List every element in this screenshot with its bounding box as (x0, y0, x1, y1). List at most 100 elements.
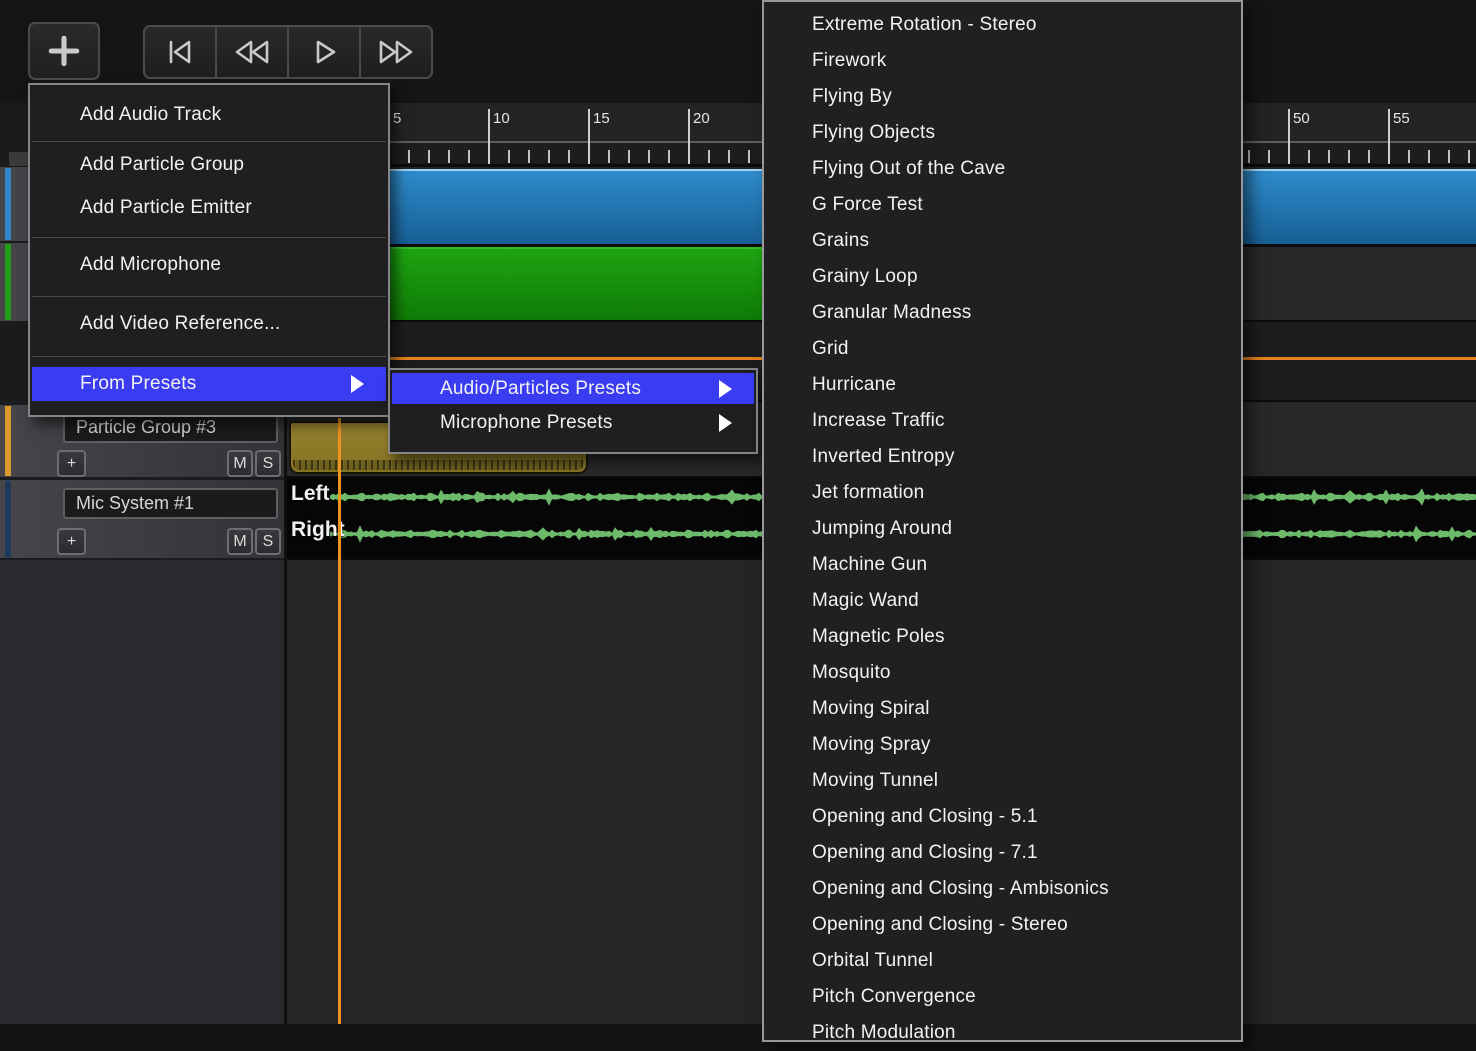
menu-item-from-presets[interactable]: From Presets (32, 367, 386, 401)
preset-item[interactable]: Firework (764, 43, 1241, 79)
preset-item[interactable]: Opening and Closing - Ambisonics (764, 871, 1241, 907)
preset-list-menu: Extreme Rotation - StereoFireworkFlying … (762, 0, 1243, 1042)
menu-item-label: Microphone Presets (440, 412, 613, 434)
ruler-minor-tick (1408, 150, 1410, 163)
presets-submenu: Audio/Particles Presets Microphone Prese… (388, 368, 758, 454)
track-add-button[interactable]: + (57, 528, 86, 555)
playhead[interactable] (338, 418, 341, 1024)
preset-item[interactable]: Granular Madness (764, 295, 1241, 331)
ruler-minor-tick (508, 150, 510, 163)
preset-item[interactable]: Flying Out of the Cave (764, 151, 1241, 187)
ruler-minor-tick (448, 150, 450, 163)
submenu-item-microphone-presets[interactable]: Microphone Presets (392, 406, 754, 440)
menu-item-add-video-reference[interactable]: Add Video Reference... (32, 300, 386, 348)
preset-item[interactable]: Pitch Modulation (764, 1015, 1241, 1051)
ruler-tick-label: 10 (493, 110, 510, 127)
preset-item[interactable]: Hurricane (764, 367, 1241, 403)
preset-item[interactable]: G Force Test (764, 187, 1241, 223)
ruler-minor-tick (1248, 150, 1250, 163)
preset-item[interactable]: Moving Spray (764, 727, 1241, 763)
ruler-minor-tick (1308, 150, 1310, 163)
ruler-minor-tick (568, 150, 570, 163)
ruler-minor-tick (468, 150, 470, 163)
ruler-minor-tick (1448, 150, 1450, 163)
ruler-minor-tick (608, 150, 610, 163)
ruler-minor-tick (548, 150, 550, 163)
ruler-minor-tick (728, 150, 730, 163)
track-color-strip (5, 406, 11, 476)
menu-item-add-audio-track[interactable]: Add Audio Track (32, 91, 386, 139)
mute-button[interactable]: M (227, 450, 253, 477)
preset-item[interactable]: Opening and Closing - 5.1 (764, 799, 1241, 835)
ruler-minor-tick (668, 150, 670, 163)
ruler-minor-tick (708, 150, 710, 163)
preset-item[interactable]: Magic Wand (764, 583, 1241, 619)
solo-button[interactable]: S (255, 528, 281, 555)
ruler-minor-tick (748, 150, 750, 163)
fast-forward-icon (370, 34, 422, 70)
ruler-minor-tick (648, 150, 650, 163)
preset-item[interactable]: Orbital Tunnel (764, 943, 1241, 979)
ruler-minor-tick (1348, 150, 1350, 163)
preset-item[interactable]: Jet formation (764, 475, 1241, 511)
preset-item[interactable]: Opening and Closing - 7.1 (764, 835, 1241, 871)
ruler-minor-tick (528, 150, 530, 163)
submenu-arrow-icon (351, 375, 364, 393)
preset-item[interactable]: Magnetic Poles (764, 619, 1241, 655)
rewind-button[interactable] (216, 25, 288, 79)
rewind-icon (226, 34, 278, 70)
plus-icon (47, 34, 81, 68)
track-color-strip (5, 481, 11, 557)
play-button[interactable] (288, 25, 360, 79)
preset-item[interactable]: Moving Spiral (764, 691, 1241, 727)
solo-button[interactable]: S (255, 450, 281, 477)
preset-item[interactable]: Grains (764, 223, 1241, 259)
ruler-tick-label: 5 (393, 110, 401, 127)
preset-item[interactable]: Jumping Around (764, 511, 1241, 547)
menu-item-add-particle-emitter[interactable]: Add Particle Emitter (32, 186, 386, 230)
track-name-field[interactable]: Mic System #1 (63, 488, 278, 519)
channel-label-right: Right (291, 518, 345, 542)
menu-separator (32, 237, 386, 238)
preset-item[interactable]: Grainy Loop (764, 259, 1241, 295)
menu-item-add-particle-group[interactable]: Add Particle Group (32, 143, 386, 187)
menu-item-label: Audio/Particles Presets (440, 378, 641, 400)
fast-forward-button[interactable] (360, 25, 433, 79)
track-color-strip (5, 168, 11, 240)
ruler-tick-label: 55 (1393, 110, 1410, 127)
preset-item[interactable]: Grid (764, 331, 1241, 367)
submenu-arrow-icon (719, 380, 732, 398)
preset-item[interactable]: Flying By (764, 79, 1241, 115)
preset-item[interactable]: Increase Traffic (764, 403, 1241, 439)
play-icon (301, 34, 347, 70)
submenu-item-audio-particles-presets[interactable]: Audio/Particles Presets (392, 373, 754, 404)
menu-separator (32, 141, 386, 142)
add-track-button[interactable] (28, 22, 100, 80)
preset-item[interactable]: Opening and Closing - Stereo (764, 907, 1241, 943)
add-context-menu: Add Audio Track Add Particle Group Add P… (28, 83, 390, 417)
ruler-minor-tick (1368, 150, 1370, 163)
ruler-tick-label: 15 (593, 110, 610, 127)
menu-item-add-microphone[interactable]: Add Microphone (32, 241, 386, 289)
channel-label-left: Left (291, 482, 330, 506)
preset-item[interactable]: Machine Gun (764, 547, 1241, 583)
header-column-tail (0, 560, 284, 1024)
submenu-arrow-icon (719, 414, 732, 432)
particle-clip-texture (293, 460, 584, 470)
track-add-button[interactable]: + (57, 450, 86, 477)
daw-app: { "toolbar": { "add_button_label": "+", … (0, 0, 1476, 1024)
transport-controls (143, 25, 433, 75)
preset-item[interactable]: Moving Tunnel (764, 763, 1241, 799)
mute-button[interactable]: M (227, 528, 253, 555)
ruler-minor-tick (408, 150, 410, 163)
skip-to-start-button[interactable] (143, 25, 216, 79)
preset-item[interactable]: Inverted Entropy (764, 439, 1241, 475)
preset-item[interactable]: Flying Objects (764, 115, 1241, 151)
ruler-minor-tick (1468, 150, 1470, 163)
preset-item[interactable]: Extreme Rotation - Stereo (764, 7, 1241, 43)
track-header-mic-system[interactable]: Mic System #1 + M S (0, 480, 284, 558)
preset-item[interactable]: Pitch Convergence (764, 979, 1241, 1015)
track-color-strip (5, 244, 11, 320)
skip-to-start-icon (157, 34, 203, 70)
preset-item[interactable]: Mosquito (764, 655, 1241, 691)
